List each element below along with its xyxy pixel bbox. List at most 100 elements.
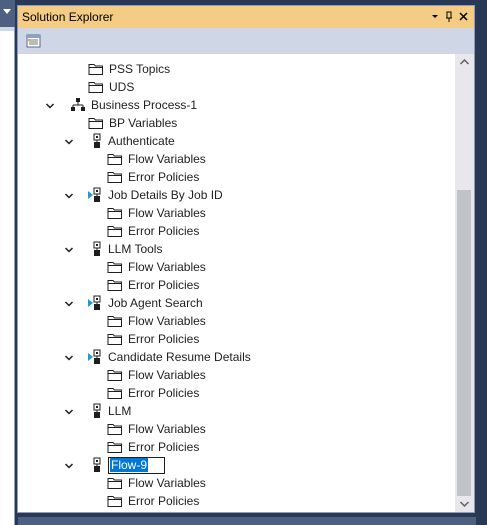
chevron-down-icon[interactable] (3, 9, 11, 14)
scrollbar-thumb[interactable] (457, 190, 471, 496)
folder-icon (107, 278, 123, 292)
tree-item[interactable]: LLM Tools (88, 240, 162, 258)
folder-icon (107, 368, 123, 382)
chevron-down-icon[interactable] (64, 406, 74, 416)
tree-item[interactable]: Candidate Resume Details (88, 348, 251, 366)
chevron-down-icon[interactable] (64, 190, 74, 200)
tree-item[interactable]: Error Policies (107, 168, 199, 186)
tree-item-label: BP Variables (109, 116, 178, 130)
tree-item[interactable]: Flow Variables (107, 150, 206, 168)
folder-icon (107, 260, 123, 274)
folder-icon (88, 80, 104, 94)
tree-item[interactable]: Flow Variables (107, 204, 206, 222)
tree-item[interactable]: Flow Variables (107, 420, 206, 438)
rename-input[interactable]: Flow-9 (108, 456, 166, 474)
tree-item-label: UDS (109, 80, 135, 94)
tree-item-label: Error Policies (128, 332, 200, 346)
tree-item[interactable]: LLM (88, 402, 131, 420)
tree-item[interactable]: Business Process-1 (70, 96, 197, 114)
tree-item[interactable]: Authenticate (88, 132, 175, 150)
tree-item[interactable]: Error Policies (107, 330, 199, 348)
tree-item-label: Error Policies (128, 440, 200, 454)
tree-item[interactable]: Job Details By Job ID (88, 186, 223, 204)
folder-icon (107, 314, 123, 328)
adjacent-window-strip (0, 0, 15, 525)
tree-item-label: Candidate Resume Details (108, 350, 251, 364)
tree-item-label: Error Policies (128, 386, 200, 400)
close-icon[interactable] (457, 9, 471, 24)
adjacent-window-header[interactable] (0, 0, 15, 27)
tree-item[interactable]: Flow Variables (107, 258, 206, 276)
properties-window-header[interactable] (18, 517, 476, 525)
flow-icon (88, 133, 104, 149)
chevron-down-icon[interactable] (64, 298, 74, 308)
panel-title: Solution Explorer (22, 10, 114, 24)
solution-tree: PSS Topics UDS Business Process-1 BP Variab… (18, 54, 455, 512)
folder-icon (107, 494, 123, 508)
tree-item-label: Flow Variables (128, 314, 206, 328)
tree-item-label: Flow Variables (128, 260, 206, 274)
business-process-icon (70, 97, 86, 113)
tree-item-label: Error Policies (128, 278, 200, 292)
folder-icon (107, 170, 123, 184)
chevron-down-icon[interactable] (64, 244, 74, 254)
tree-item-label: Job Details By Job ID (108, 188, 223, 202)
chevron-down-icon[interactable] (64, 352, 74, 362)
folder-icon (107, 224, 123, 238)
start-flow-icon (88, 187, 104, 203)
tree-item-label: Flow Variables (128, 368, 206, 382)
tree-item[interactable]: BP Variables (88, 114, 177, 132)
pin-icon[interactable] (442, 9, 456, 24)
window-position-dropdown-icon[interactable] (428, 9, 442, 24)
adjacent-window-border (14, 27, 15, 525)
properties-icon[interactable] (25, 33, 43, 49)
tree-item[interactable]: Error Policies (107, 384, 199, 402)
folder-icon (107, 152, 123, 166)
tree-item[interactable]: UDS (88, 78, 134, 96)
tree-item[interactable]: Flow-9 (88, 456, 166, 474)
flow-icon (88, 403, 104, 419)
folder-icon (107, 332, 123, 346)
tree-item[interactable]: Error Policies (107, 276, 199, 294)
panel-title-bar[interactable]: Solution Explorer (18, 6, 474, 28)
tree-item[interactable]: Flow Variables (107, 366, 206, 384)
tree-item[interactable]: Job Agent Search (88, 294, 203, 312)
tree-item-label: Error Policies (128, 494, 200, 508)
vertical-scrollbar[interactable] (455, 54, 474, 512)
scroll-down-icon[interactable] (455, 495, 474, 512)
start-flow-icon (88, 349, 104, 365)
tree-item-label: Authenticate (108, 134, 175, 148)
tree-item-label: Flow Variables (128, 476, 206, 490)
folder-icon (107, 422, 123, 436)
tree-item-label: Job Agent Search (108, 296, 203, 310)
tree-item[interactable]: Error Policies (107, 492, 199, 510)
chevron-down-icon[interactable] (64, 136, 74, 146)
tree-item[interactable]: Error Policies (107, 222, 199, 240)
tree-item-label: LLM (108, 404, 132, 418)
tree-item-label: Error Policies (128, 170, 200, 184)
flow-icon (88, 457, 104, 473)
tree-item[interactable]: Flow Variables (107, 474, 206, 492)
tree-item[interactable]: PSS Topics (88, 60, 170, 78)
adjacent-window-toolbar (0, 27, 15, 31)
tree-item[interactable]: Flow Variables (107, 312, 206, 330)
folder-icon (107, 206, 123, 220)
chevron-down-icon[interactable] (64, 460, 74, 470)
folder-icon (107, 476, 123, 490)
tree-item-label: Error Policies (128, 224, 200, 238)
right-frame (476, 0, 487, 525)
tree-item-label: Flow-9 (110, 458, 149, 472)
tree-item-label: Flow Variables (128, 206, 206, 220)
folder-icon (88, 116, 104, 130)
panel-toolbar (18, 28, 474, 54)
chevron-down-icon[interactable] (45, 100, 55, 110)
tree-item-label: Business Process-1 (91, 98, 198, 112)
folder-icon (107, 386, 123, 400)
flow-icon (88, 241, 104, 257)
tree-item-label: PSS Topics (109, 62, 171, 76)
tree-item-label: Flow Variables (128, 152, 206, 166)
properties-window-strip (15, 513, 487, 525)
start-flow-icon (88, 295, 104, 311)
scroll-up-icon[interactable] (455, 54, 474, 71)
tree-item[interactable]: Error Policies (107, 438, 199, 456)
